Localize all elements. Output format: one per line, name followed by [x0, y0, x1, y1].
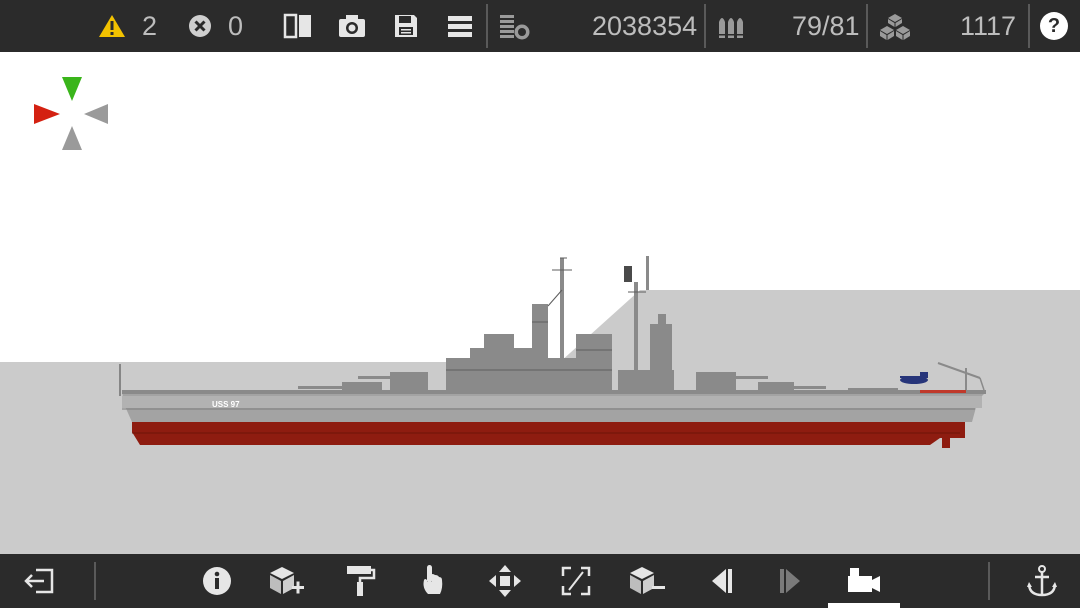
exit-button[interactable]	[22, 566, 56, 596]
toolbar-separator	[94, 562, 96, 600]
step-back-icon	[712, 569, 732, 593]
step-forward-icon	[780, 569, 800, 593]
toolbar-separator	[866, 4, 868, 48]
exit-icon	[24, 568, 54, 594]
screenshot-button[interactable]	[336, 12, 368, 40]
compass-east-arrow	[84, 104, 108, 124]
warnings-count: 2	[142, 11, 158, 41]
toolbar-separator	[704, 4, 706, 48]
view-compass[interactable]	[34, 77, 108, 150]
editor-viewport[interactable]: USS 97	[0, 52, 1080, 554]
resize-button[interactable]	[560, 564, 592, 598]
warnings-indicator[interactable]	[98, 14, 126, 38]
parts-count: 1117	[960, 11, 1017, 41]
help-button[interactable]: ?	[1040, 12, 1068, 40]
menu-lines-icon	[448, 16, 472, 37]
top-toolbar: 2 0 2038354 79/81 1117 ?	[0, 0, 1080, 52]
floppy-disk-icon	[395, 15, 417, 37]
mirror-button[interactable]	[282, 12, 314, 40]
errors-indicator[interactable]	[188, 14, 212, 38]
undo-button[interactable]	[708, 566, 734, 596]
toolbar-separator	[988, 562, 990, 600]
cost-value: 2038354	[592, 11, 698, 41]
compass-west-arrow	[34, 104, 60, 124]
parts-indicator	[878, 12, 912, 42]
add-cube-icon	[270, 567, 304, 594]
mirror-icon	[283, 13, 311, 39]
ship-scene	[0, 77, 1080, 554]
toolbar-separator	[1028, 4, 1030, 48]
resize-icon	[561, 566, 591, 596]
warning-icon	[99, 15, 125, 37]
camera-mode-button[interactable]	[846, 564, 882, 596]
move-button[interactable]	[488, 564, 522, 598]
cost-indicator	[498, 12, 532, 42]
hand-pointer-icon	[423, 565, 443, 594]
paint-roller-icon	[347, 566, 376, 596]
coin-stack-icon	[500, 15, 530, 40]
errors-count: 0	[228, 11, 244, 41]
paint-button[interactable]	[344, 564, 376, 598]
remove-cube-icon	[630, 567, 665, 594]
ammo-value: 79/81	[792, 11, 860, 41]
anchor-icon	[1027, 565, 1057, 597]
ammo-indicator	[716, 12, 750, 40]
bottom-toolbar	[0, 554, 1080, 608]
active-tool-indicator	[828, 603, 900, 608]
info-icon	[203, 567, 231, 595]
anchor-button[interactable]	[1026, 564, 1058, 598]
toolbar-separator	[486, 4, 488, 48]
move-arrows-icon	[489, 565, 521, 597]
select-button[interactable]	[418, 562, 446, 598]
camera-icon	[339, 15, 365, 37]
save-button[interactable]	[392, 12, 420, 40]
add-part-button[interactable]	[268, 564, 304, 598]
info-button[interactable]	[202, 566, 232, 596]
hull-label: USS 97	[212, 400, 240, 409]
error-circle-icon	[189, 15, 211, 37]
redo-button[interactable]	[778, 566, 804, 596]
compass-north-arrow	[62, 77, 82, 101]
cubes-icon	[880, 14, 910, 40]
movie-camera-icon	[848, 568, 880, 592]
help-label: ?	[1047, 14, 1061, 37]
menu-button[interactable]	[446, 12, 474, 40]
compass-south-arrow	[62, 126, 82, 150]
shells-icon	[719, 18, 743, 38]
remove-part-button[interactable]	[628, 564, 666, 598]
